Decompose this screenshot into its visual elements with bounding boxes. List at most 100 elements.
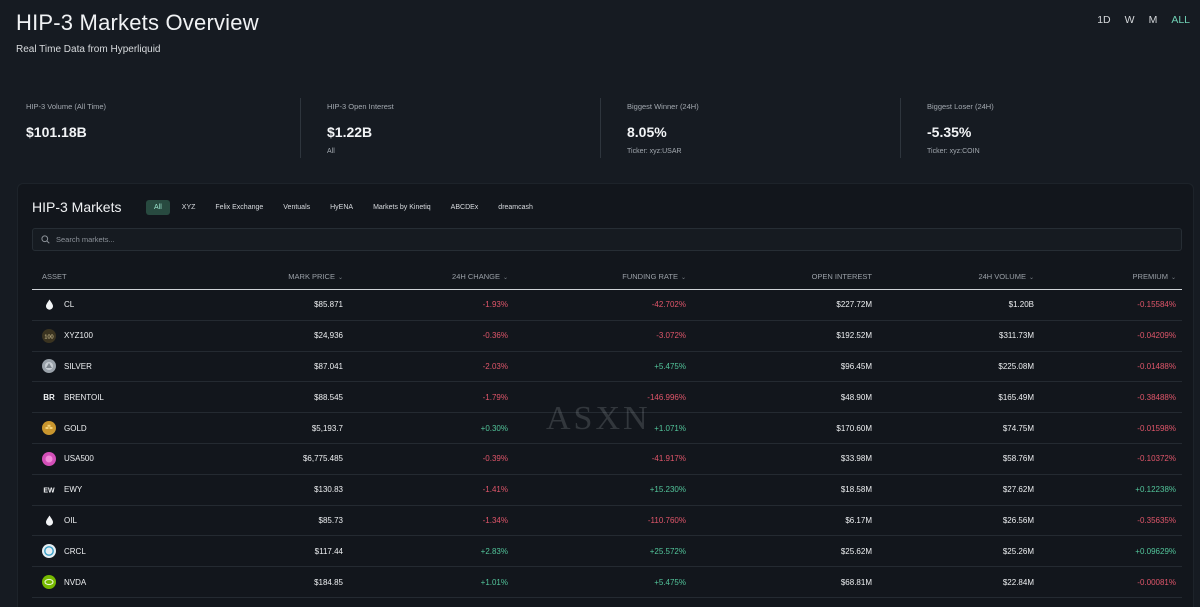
- change-24h: -0.36%: [482, 331, 508, 341]
- premium: -0.01488%: [1137, 361, 1176, 371]
- stat-value: $101.18B: [26, 124, 87, 140]
- search-input[interactable]: [56, 235, 1156, 244]
- col-volume-label: 24H VOLUME: [978, 272, 1026, 281]
- asset-cell: SILVER: [32, 359, 192, 374]
- table-row[interactable]: NVDA $184.85 +1.01% +5.475% $68.81M $22.84M -0…: [32, 567, 1182, 598]
- open-interest: $18.58M: [840, 485, 872, 495]
- stat-card: HIP-3 Open Interest $1.22B All: [300, 98, 600, 158]
- asset-cell: BR BRENTOIL: [32, 390, 192, 404]
- table-row[interactable]: OIL $85.73 -1.34% -110.760% $6.17M $26.56M -0.…: [32, 506, 1182, 537]
- stat-sub: All: [327, 148, 335, 155]
- funding-rate: +5.475%: [654, 577, 686, 587]
- funding-rate: +15.230%: [649, 485, 686, 495]
- asset-cell: NVDA: [32, 575, 192, 590]
- asset-cell: 100 XYZ100: [32, 328, 192, 343]
- col-24h-volume[interactable]: 24H VOLUME ⌄: [872, 272, 1034, 281]
- col-funding-rate[interactable]: FUNDING RATE ⌄: [508, 272, 686, 281]
- page-header: HIP-3 Markets Overview Real Time Data fr…: [16, 10, 259, 55]
- col-open-interest[interactable]: OPEN INTEREST: [686, 272, 872, 281]
- change-24h: -1.34%: [482, 515, 508, 525]
- col-mark-price[interactable]: MARK PRICE ⌄: [192, 272, 343, 281]
- volume-24h: $74.75M: [1002, 423, 1034, 433]
- search-bar[interactable]: [32, 228, 1182, 251]
- asset-cell: USA500: [32, 451, 192, 466]
- xyz100-icon: 100: [42, 328, 56, 343]
- stat-card: Biggest Loser (24H) -5.35% Ticker: xyz:COI…: [900, 98, 1200, 158]
- col-funding-label: FUNDING RATE: [622, 272, 678, 281]
- asset-name: XYZ100: [64, 331, 93, 341]
- table-row[interactable]: EW EWY $130.83 -1.41% +15.230% $18.58M $27.62M…: [32, 475, 1182, 506]
- funding-rate: -3.072%: [656, 331, 686, 341]
- funding-rate: -110.760%: [647, 515, 686, 525]
- nvda-icon: [42, 575, 56, 590]
- asset-name: EWY: [64, 485, 83, 495]
- mark-price: $24,936: [314, 331, 343, 341]
- open-interest: $192.52M: [836, 331, 872, 341]
- table-row[interactable]: CRCL $117.44 +2.83% +25.572% $25.62M $25.26M +…: [32, 536, 1182, 568]
- change-24h: -1.41%: [482, 485, 508, 495]
- mark-price: $85.73: [318, 515, 343, 525]
- col-asset[interactable]: ASSET: [32, 272, 192, 281]
- filter-chip[interactable]: XYZ: [174, 200, 204, 215]
- premium: -0.15584%: [1137, 300, 1176, 310]
- filter-chip[interactable]: ABCDEx: [443, 200, 487, 215]
- range-tab-w[interactable]: W: [1125, 14, 1135, 26]
- ewy-icon: EW: [42, 483, 56, 497]
- funding-rate: +5.475%: [654, 361, 686, 371]
- volume-24h: $25.26M: [1002, 546, 1034, 556]
- stat-card: HIP-3 Volume (All Time) $101.18B: [0, 98, 300, 158]
- range-tab-m[interactable]: M: [1149, 14, 1158, 26]
- open-interest: $170.60M: [836, 423, 872, 433]
- asset-name: CRCL: [64, 546, 86, 556]
- volume-24h: $225.08M: [998, 361, 1034, 371]
- change-24h: -2.03%: [482, 361, 508, 371]
- drop-icon: [42, 298, 56, 312]
- mark-price: $5,193.7: [311, 423, 343, 433]
- stat-sub: Ticker: xyz:COIN: [927, 148, 980, 155]
- stat-label: HIP-3 Open Interest: [327, 102, 394, 111]
- volume-24h: $165.49M: [998, 392, 1034, 402]
- asset-cell: CL: [32, 298, 192, 312]
- stat-label: HIP-3 Volume (All Time): [26, 102, 107, 111]
- change-24h: -0.39%: [482, 454, 508, 464]
- mark-price: $184.85: [314, 577, 343, 587]
- volume-24h: $58.76M: [1002, 454, 1034, 464]
- table-row[interactable]: 100 XYZ100 $24,936 -0.36% -3.072% $192.52M $31…: [32, 321, 1182, 352]
- open-interest: $33.98M: [840, 454, 872, 464]
- open-interest: $6.17M: [845, 515, 872, 525]
- range-tab-all[interactable]: ALL: [1171, 14, 1190, 26]
- col-24h-change[interactable]: 24H CHANGE ⌄: [343, 272, 508, 281]
- filter-chip[interactable]: Ventuals: [275, 200, 318, 215]
- time-range-tabs: 1D W M ALL: [1097, 14, 1190, 26]
- drop-icon: [42, 513, 56, 527]
- svg-text:100: 100: [44, 334, 53, 340]
- markets-title: HIP-3 Markets: [32, 199, 122, 215]
- table-row[interactable]: USA500 $6,775.485 -0.39% -41.917% $33.98M $58…: [32, 444, 1182, 475]
- filter-chip[interactable]: All: [146, 200, 170, 215]
- mark-price: $85.871: [314, 300, 343, 310]
- filter-chip[interactable]: Felix Exchange: [207, 200, 271, 215]
- table-body: CL $85.871 -1.93% -42.702% $227.72M $1.20B -0.…: [32, 290, 1182, 598]
- asset-name: BRENTOIL: [64, 392, 104, 402]
- page-subtitle: Real Time Data from Hyperliquid: [16, 44, 161, 55]
- col-premium[interactable]: PREMIUM ⌄: [1034, 272, 1176, 281]
- asset-cell: CRCL: [32, 544, 192, 559]
- premium: -0.35635%: [1137, 515, 1176, 525]
- range-tab-1d[interactable]: 1D: [1097, 14, 1110, 26]
- table-row[interactable]: SILVER $87.041 -2.03% +5.475% $96.45M $225.08…: [32, 352, 1182, 383]
- market-filters: All XYZ Felix Exchange Ventuals HyENA Markets…: [146, 200, 541, 215]
- svg-text:EW: EW: [43, 487, 55, 494]
- filter-chip[interactable]: dreamcash: [490, 200, 541, 215]
- asset-cell: OIL: [32, 513, 192, 527]
- filter-chip[interactable]: Markets by Kinetiq: [365, 200, 439, 215]
- funding-rate: +25.572%: [649, 546, 686, 556]
- crcl-icon: [42, 544, 56, 559]
- stat-value: 8.05%: [627, 124, 667, 140]
- table-row[interactable]: CL $85.871 -1.93% -42.702% $227.72M $1.20B -0.…: [32, 290, 1182, 321]
- change-24h: +0.30%: [480, 423, 508, 433]
- filter-chip[interactable]: HyENA: [322, 200, 361, 215]
- change-24h: -1.79%: [482, 392, 508, 402]
- mark-price: $87.041: [314, 361, 343, 371]
- volume-24h: $22.84M: [1002, 577, 1034, 587]
- stat-label: Biggest Winner (24H): [627, 102, 699, 111]
